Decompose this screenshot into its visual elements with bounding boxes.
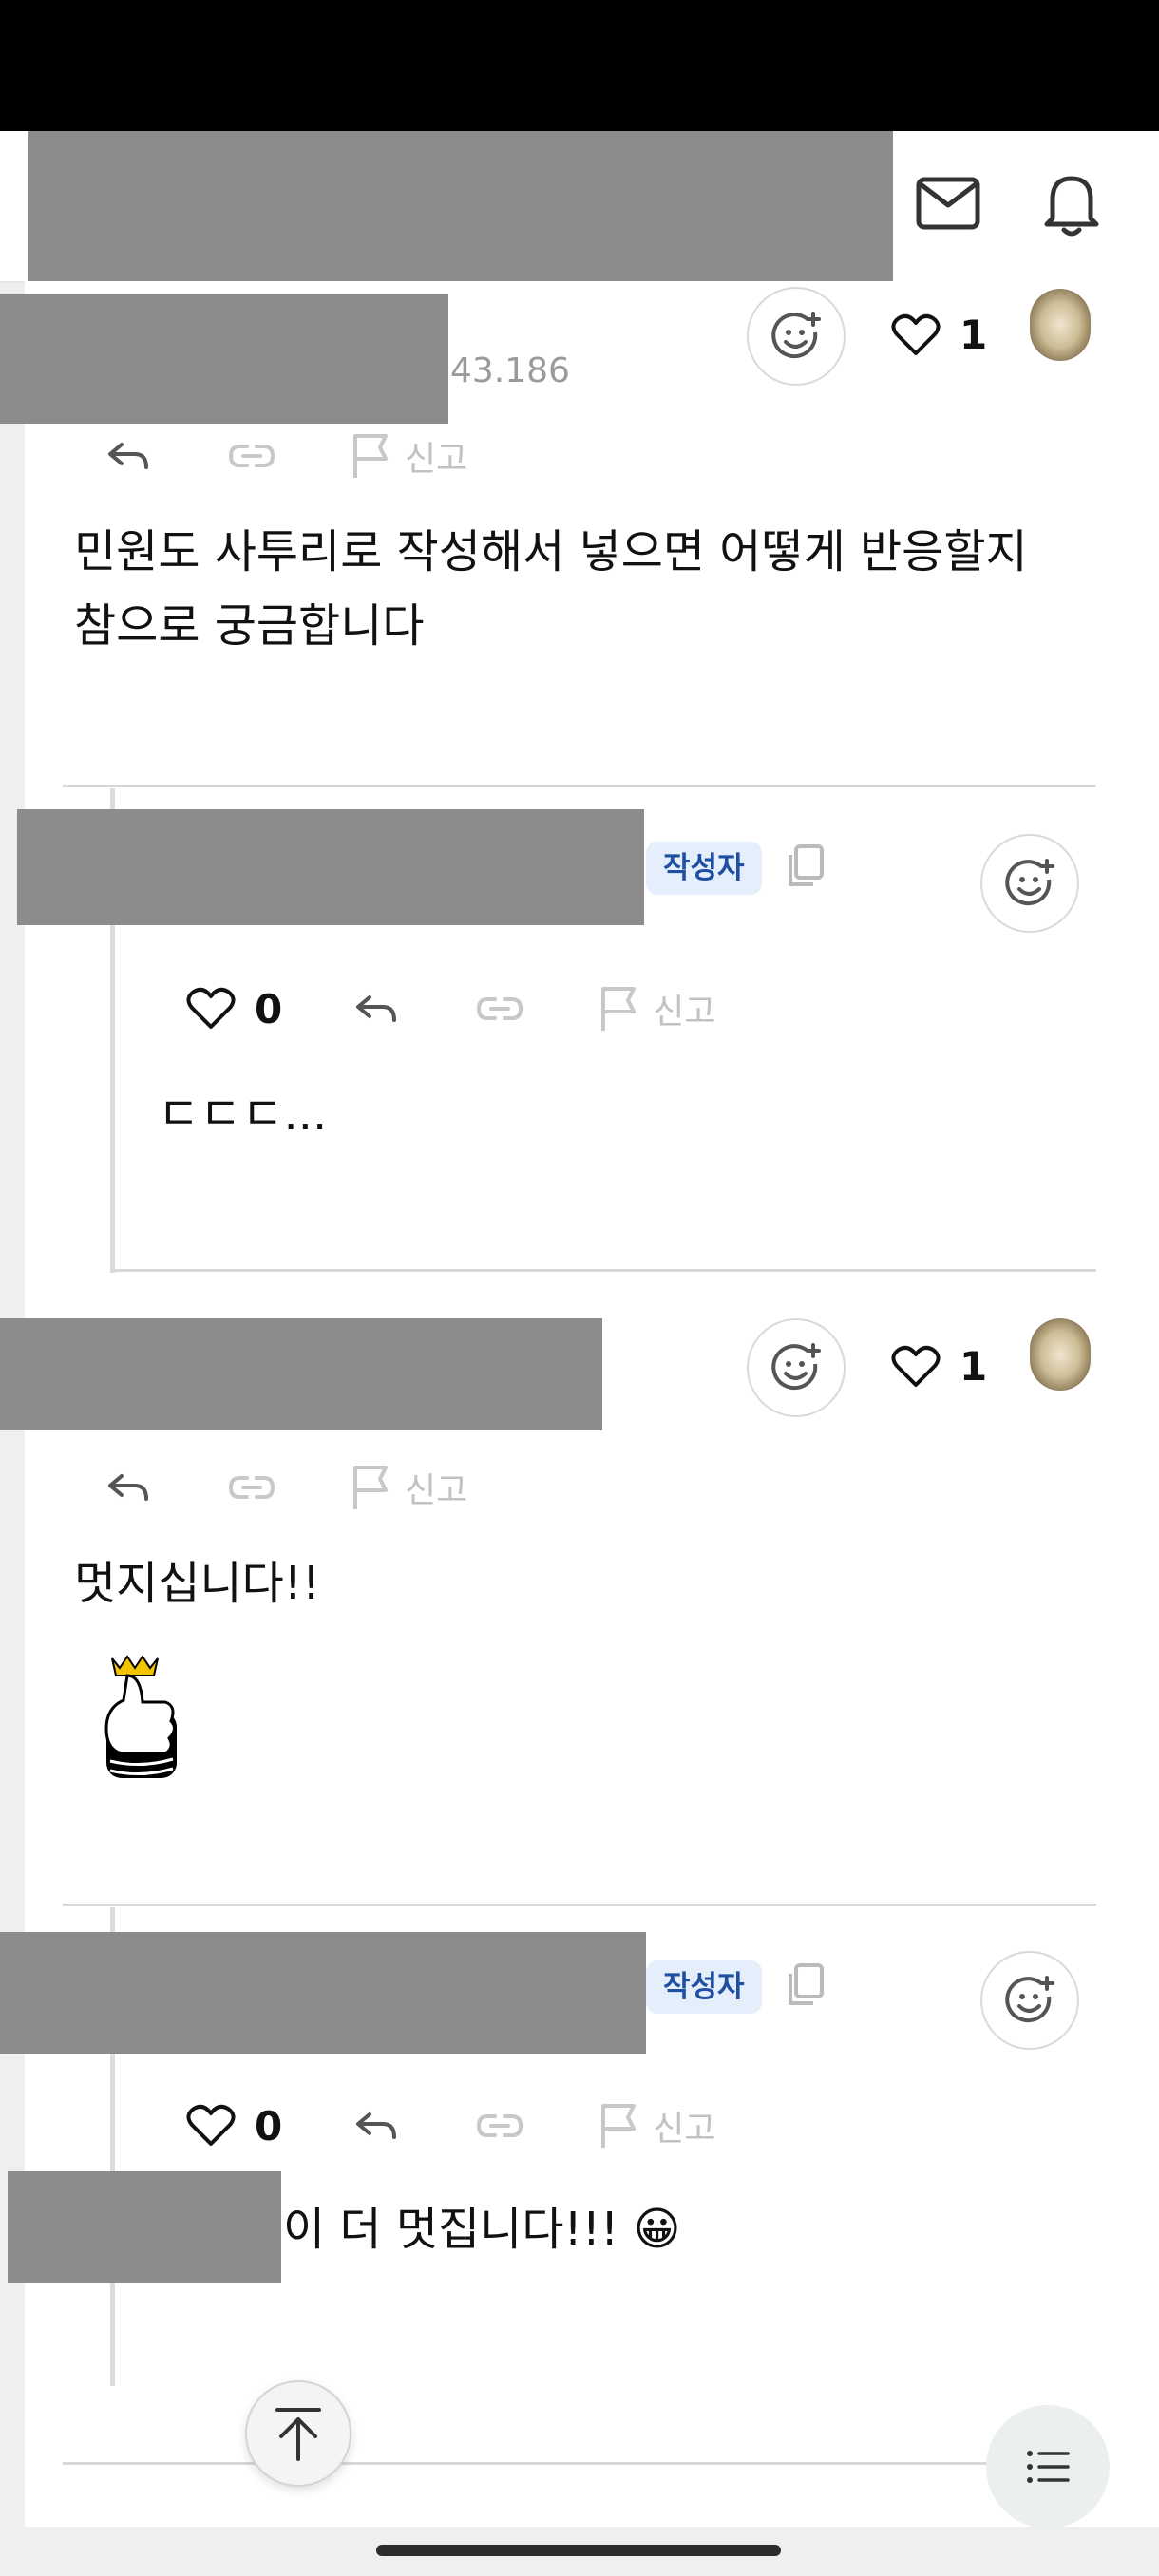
add-reaction-button[interactable] [980, 1951, 1079, 2050]
like-button[interactable]: 1 [891, 312, 987, 358]
link-icon [228, 1476, 276, 1499]
reply-icon [356, 2112, 397, 2139]
home-indicator [376, 2545, 781, 2556]
heart-icon [891, 1345, 940, 1387]
like-button[interactable]: 0 [186, 986, 282, 1032]
reply-icon [108, 1474, 148, 1501]
like-button[interactable]: 1 [891, 1343, 987, 1390]
report-button[interactable]: 신고 [350, 1463, 467, 1512]
add-reaction-button[interactable] [747, 287, 846, 386]
reply-icon [356, 995, 397, 1022]
list-view-button[interactable] [986, 2405, 1110, 2529]
ip-address: 43.186 [450, 351, 570, 390]
status-bar [0, 0, 1159, 131]
comment-text-line: 민원도 사투리로 작성해서 넣으면 어떻게 반응할지 [74, 525, 1028, 578]
comment-text: 이 더 멋집니다!!! 😀 [283, 2203, 681, 2256]
divider [63, 2462, 1096, 2465]
comment-actions: 신고 [106, 1463, 467, 1512]
avatar[interactable] [1030, 289, 1091, 361]
add-reaction-button[interactable] [747, 1318, 846, 1417]
arrow-up-icon [276, 2408, 321, 2461]
comment-actions: 신고 [106, 431, 467, 481]
report-button[interactable]: 신고 [350, 431, 467, 481]
comment-actions: 0 신고 [186, 984, 715, 1033]
report-label: 신고 [653, 2110, 716, 2149]
heart-icon [891, 313, 940, 355]
flag-icon [601, 2104, 636, 2148]
redacted-author [0, 1932, 646, 2054]
flag-icon [353, 1466, 388, 1509]
report-button[interactable]: 신고 [598, 2101, 715, 2150]
like-button[interactable]: 0 [186, 2103, 282, 2150]
flag-icon [601, 987, 636, 1031]
copy-button[interactable] [785, 1962, 825, 2010]
link-button[interactable] [476, 995, 523, 1022]
author-badge: 작성자 [646, 842, 762, 895]
divider [63, 785, 1096, 787]
reply-button[interactable] [354, 2109, 400, 2143]
link-icon [228, 445, 276, 467]
like-count: 1 [960, 1343, 988, 1390]
divider [63, 1904, 1096, 1906]
redacted-author [0, 294, 448, 424]
redacted-author [0, 1318, 602, 1430]
add-reaction-button[interactable] [980, 834, 1079, 933]
like-count: 0 [255, 2102, 283, 2150]
author-badge: 작성자 [646, 1960, 762, 2014]
comment-text: 민원도 사투리로 작성해서 넣으면 어떻게 반응할지 참으로 궁금합니다 [74, 515, 1028, 663]
link-icon [477, 2114, 523, 2137]
smiley-plus-icon [771, 1343, 821, 1391]
link-button[interactable] [228, 1474, 276, 1501]
mail-icon[interactable] [916, 177, 980, 230]
divider [110, 1269, 1096, 1272]
comment-actions: 0 신고 [186, 2101, 715, 2150]
reply-button[interactable] [106, 439, 152, 473]
reply-icon [108, 443, 148, 469]
link-icon [477, 997, 523, 1020]
redacted-author [17, 809, 644, 925]
like-count: 1 [960, 312, 988, 358]
report-label: 신고 [405, 1471, 468, 1510]
report-label: 신고 [405, 440, 468, 479]
avatar[interactable] [1030, 1318, 1091, 1391]
link-button[interactable] [228, 443, 276, 469]
copy-button[interactable] [785, 843, 825, 891]
bell-icon[interactable] [1041, 171, 1102, 237]
reply-button[interactable] [354, 992, 400, 1026]
redacted-mention [8, 2171, 281, 2283]
list-icon [1027, 2451, 1070, 2483]
smiley-plus-icon [771, 312, 821, 359]
heart-icon [186, 987, 236, 1029]
copy-icon [788, 1963, 824, 2005]
comment-text-line: 참으로 궁금합니다 [74, 599, 425, 653]
report-label: 신고 [653, 993, 716, 1032]
thumbs-up-sticker [99, 1655, 182, 1782]
reply-button[interactable] [106, 1470, 152, 1505]
comment-text: ㄷㄷㄷ... [158, 1088, 328, 1141]
smiley-plus-icon [1005, 1976, 1054, 2023]
copy-icon [788, 844, 824, 886]
redacted-header-title [28, 131, 893, 291]
smiley-plus-icon [1005, 859, 1054, 906]
flag-icon [353, 434, 388, 478]
report-button[interactable]: 신고 [598, 984, 715, 1033]
like-count: 0 [255, 985, 283, 1032]
heart-icon [186, 2104, 236, 2146]
scroll-to-top-button[interactable] [245, 2380, 352, 2487]
link-button[interactable] [476, 2112, 523, 2139]
comment-text: 멋지십니다!! [74, 1557, 321, 1610]
